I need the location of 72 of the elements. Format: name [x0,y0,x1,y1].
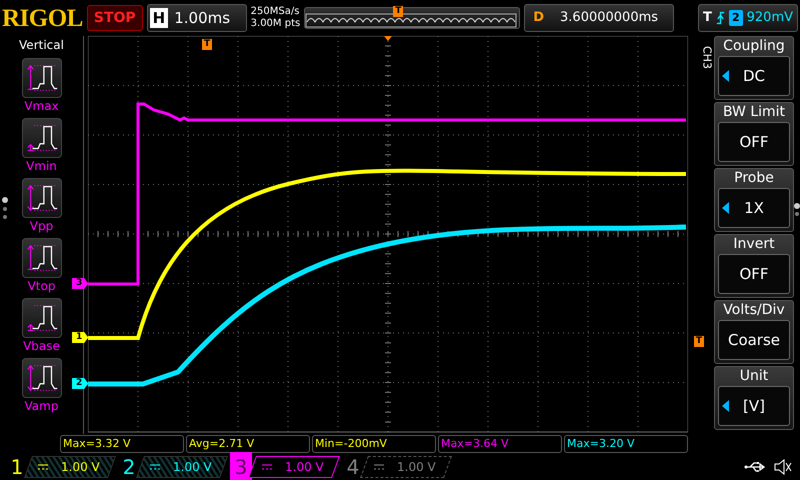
channel-scale: 1.00 V [397,459,436,476]
trigger-time-marker[interactable]: T [202,39,212,50]
menu-softkey[interactable]: Probe 1X [714,168,794,232]
delay-panel[interactable]: D 3.60000000ms [524,4,674,32]
measure-button[interactable]: Vtop [22,238,62,294]
menu-title: Vertical [18,37,65,54]
pulse-icon [22,358,62,398]
measure-button[interactable]: Vamp [22,358,62,414]
softkey-value: [V] [743,396,765,416]
channel-label: CH3 [700,46,714,69]
channel-number: 3 [230,452,252,480]
channel-scale: 1.00 V [61,459,100,476]
trigger-panel[interactable]: T 2 920mV [698,4,798,32]
dc-coupling-icon [261,463,273,471]
delay-value: 3.60000000ms [560,9,658,28]
softkey-value: Coarse [728,330,780,350]
menu-softkey[interactable]: BW Limit OFF [714,102,794,166]
channel-tab[interactable]: 3 1.00 V [224,455,336,479]
timebase-value: 1.00ms [174,8,230,29]
channel-tab[interactable]: 4 1.00 V [336,455,448,479]
channel-marker[interactable]: 2 [72,378,88,389]
dc-coupling-icon [37,463,49,471]
trigger-position-marker: T [393,6,404,17]
channel-number: 4 [346,454,360,480]
page-dots-icon [794,202,800,218]
measurement-readout: Min=-200mV [312,435,436,453]
measure-button[interactable]: Vpp [22,178,62,234]
channel-marker[interactable]: 3 [72,278,88,289]
delay-label: D [533,9,544,28]
menu-softkey[interactable]: Invert OFF [714,234,794,298]
memory-depth: 3.00M pts [250,18,300,30]
delay-marker-icon [384,36,392,41]
speaker-muted-icon [774,459,792,475]
dc-coupling-icon [373,463,385,471]
dc-coupling-icon [149,463,161,471]
channel-number: 2 [122,454,136,480]
pulse-icon [22,118,62,158]
menu-softkey[interactable]: Unit [V] [714,366,794,430]
trigger-source: 2 [728,10,743,26]
channel-scale: 1.00 V [285,459,324,476]
trigger-level-marker[interactable]: T [694,336,704,347]
channel-number: 1 [10,454,24,480]
pulse-icon [22,58,62,98]
menu-softkey[interactable]: Coupling DC [714,36,794,100]
pulse-icon [22,298,62,338]
trigger-label: T [703,9,712,28]
channel-tab[interactable]: 1 1.00 V [0,455,112,479]
channel-tab[interactable]: 2 1.00 V [112,455,224,479]
run-stop-button[interactable]: STOP [86,5,143,31]
timebase-label: H [150,8,168,28]
page-dots-icon [2,196,8,220]
measurement-readout: Max=3.20 V [564,435,688,453]
softkey-value: 1X [744,198,764,218]
measure-button[interactable]: Vmax [22,58,62,114]
measurement-readout: Max=3.32 V [60,435,184,453]
measure-button[interactable]: Vbase [22,298,62,354]
softkey-value: DC [742,66,766,86]
brand-logo: RIGOL [2,6,83,30]
measure-button[interactable]: Vmin [22,118,62,174]
usb-icon [744,461,766,473]
rising-edge-icon [716,11,725,25]
timebase-panel[interactable]: H 1.00ms [146,4,247,32]
softkey-value: OFF [739,264,769,284]
menu-softkey[interactable]: Volts/Div Coarse [714,300,794,364]
pulse-icon [22,178,62,218]
sample-rate: 250MSa/s [250,6,300,18]
softkey-value: OFF [739,132,769,152]
measurement-readout: Max=3.64 V [438,435,562,453]
pulse-icon [22,238,62,278]
channel-marker[interactable]: 1 [72,332,88,343]
trigger-level: 920mV [746,9,793,28]
channel-scale: 1.00 V [173,459,212,476]
